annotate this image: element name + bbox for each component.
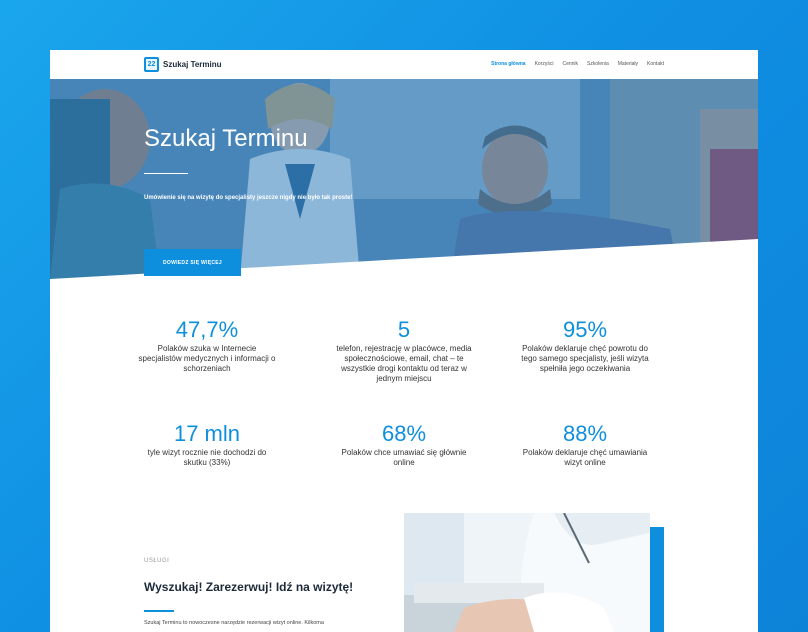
photo-accent-bar xyxy=(650,527,664,632)
stat-desc-line: wszystkie drogi kontaktu od teraz w xyxy=(341,364,467,373)
stat-item: 88% Polaków deklaruje chęć umawiania wiz… xyxy=(505,422,665,468)
stat-desc-line: schorzeniach xyxy=(183,364,231,373)
stat-description: Polaków szuka w Internecie specjalistów … xyxy=(127,344,287,374)
logo[interactable]: 22 Szukaj Terminu xyxy=(144,57,222,72)
doctor-laptop-illustration xyxy=(404,513,650,632)
stat-desc-line: Polaków deklaruje chęć umawiania xyxy=(522,448,648,457)
stat-item: 68% Polaków chce umawiać się głównie onl… xyxy=(324,422,484,468)
stat-number: 95% xyxy=(562,317,608,342)
stat-desc-line: społecznościowe, email, chat – te xyxy=(344,354,464,363)
stat-number: 17 mln xyxy=(173,421,241,446)
nav-link-trainings[interactable]: Szkolenia xyxy=(587,61,609,67)
stat-number: 5 xyxy=(397,317,411,342)
top-navigation-bar: 22 Szukaj Terminu Strona główna Korzyści… xyxy=(50,50,758,79)
stat-number: 88% xyxy=(562,421,608,446)
doctor-laptop-photo xyxy=(404,513,650,632)
stat-desc-line: spełniła jego oczekiwania xyxy=(539,364,631,373)
stat-description: Polaków deklaruje chęć powrotu do tego s… xyxy=(505,344,665,374)
stat-description: tyle wizyt rocznie nie dochodzi do skutk… xyxy=(127,448,287,468)
hero-section: Szukaj Terminu Umówienie się na wizytę d… xyxy=(50,79,758,279)
website-page: 22 Szukaj Terminu Strona główna Korzyści… xyxy=(50,50,758,632)
stat-number: 68% xyxy=(381,421,427,446)
stat-desc-line: tyle wizyt rocznie nie dochodzi do xyxy=(147,448,267,457)
stat-desc-line: skutku (33%) xyxy=(183,458,231,467)
stat-description: Polaków chce umawiać się głównie online xyxy=(324,448,484,468)
stat-desc-line: specjalistów medycznych i informacji o xyxy=(138,354,276,363)
section-label: USŁUGI xyxy=(144,558,170,564)
calendar-logo-icon: 22 xyxy=(144,57,159,72)
stat-desc-line: telefon, rejestrację w placówce, media xyxy=(336,344,472,353)
stat-description: Polaków deklaruje chęć umawiania wizyt o… xyxy=(505,448,665,468)
stat-number: 47,7% xyxy=(175,317,239,342)
stat-item: 5 telefon, rejestrację w placówce, media… xyxy=(324,318,484,384)
section-title: Wyszukaj! Zarezerwuj! Idź na wizytę! xyxy=(144,580,354,594)
section-divider xyxy=(144,610,174,612)
main-nav: Strona główna Korzyści Cennik Szkolenia … xyxy=(491,61,664,67)
stat-desc-line: Polaków szuka w Internecie xyxy=(157,344,257,353)
nav-link-benefits[interactable]: Korzyści xyxy=(535,61,554,67)
stat-item: 17 mln tyle wizyt rocznie nie dochodzi d… xyxy=(127,422,287,468)
stat-desc-line: jednym miejscu xyxy=(376,374,432,383)
stat-description: telefon, rejestrację w placówce, media s… xyxy=(324,344,484,384)
learn-more-button[interactable]: DOWIEDZ SIĘ WIĘCEJ xyxy=(144,249,241,276)
stat-desc-line: Polaków deklaruje chęć powrotu do xyxy=(522,344,648,353)
section-text: Szukaj Terminu to nowoczesne narzędzie r… xyxy=(144,620,324,626)
logo-text: Szukaj Terminu xyxy=(163,60,222,69)
stat-desc-line: wizyt online xyxy=(564,458,606,467)
nav-link-materials[interactable]: Materiały xyxy=(618,61,638,67)
stat-item: 95% Polaków deklaruje chęć powrotu do te… xyxy=(505,318,665,374)
nav-link-home[interactable]: Strona główna xyxy=(491,61,525,67)
stat-item: 47,7% Polaków szuka w Internecie specjal… xyxy=(127,318,287,374)
stat-desc-line: tego samego specjalisty, jeśli wizyta xyxy=(521,354,649,363)
stat-desc-line: Polaków chce umawiać się głównie xyxy=(341,448,467,457)
nav-link-contact[interactable]: Kontakt xyxy=(647,61,664,67)
nav-link-pricing[interactable]: Cennik xyxy=(562,61,578,67)
stat-desc-line: online xyxy=(393,458,415,467)
